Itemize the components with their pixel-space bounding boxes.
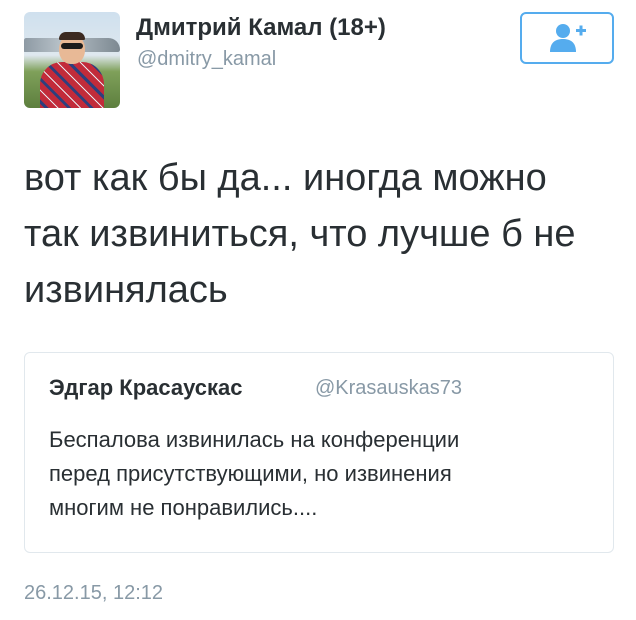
tweet-line: извинялась: [24, 269, 228, 311]
add-user-icon: [550, 24, 586, 52]
quoted-tweet[interactable]: Эдгар Красаускас @Krasauskas73 Беспалова…: [24, 352, 614, 553]
quoted-line: перед присутствующими, но извинения: [49, 461, 452, 486]
avatar[interactable]: [24, 12, 120, 108]
quoted-line: многим не понравились....: [49, 495, 318, 520]
avatar-shirt: [40, 62, 104, 108]
author-handle[interactable]: @dmitry_kamal: [137, 48, 276, 71]
tweet-line: так извиниться, что лучше б не: [24, 213, 576, 255]
tweet-text: вот как бы да... иногда можно так извини…: [24, 150, 624, 318]
quoted-author-handle: @Krasauskas73: [315, 377, 463, 399]
quoted-tweet-text: Беспалова извинилась на конференции пере…: [49, 423, 599, 525]
tweet-line: вот как бы да... иногда можно: [24, 157, 547, 199]
author-name[interactable]: Дмитрий Камал (18+): [136, 14, 386, 42]
quoted-line: Беспалова извинилась на конференции: [49, 427, 460, 452]
avatar-hair: [59, 32, 85, 40]
avatar-glasses: [61, 43, 83, 49]
quoted-author-name: Эдгар Красаускас: [49, 375, 243, 400]
tweet-timestamp[interactable]: 26.12.15, 12:12: [24, 582, 163, 605]
follow-button[interactable]: [520, 12, 614, 64]
